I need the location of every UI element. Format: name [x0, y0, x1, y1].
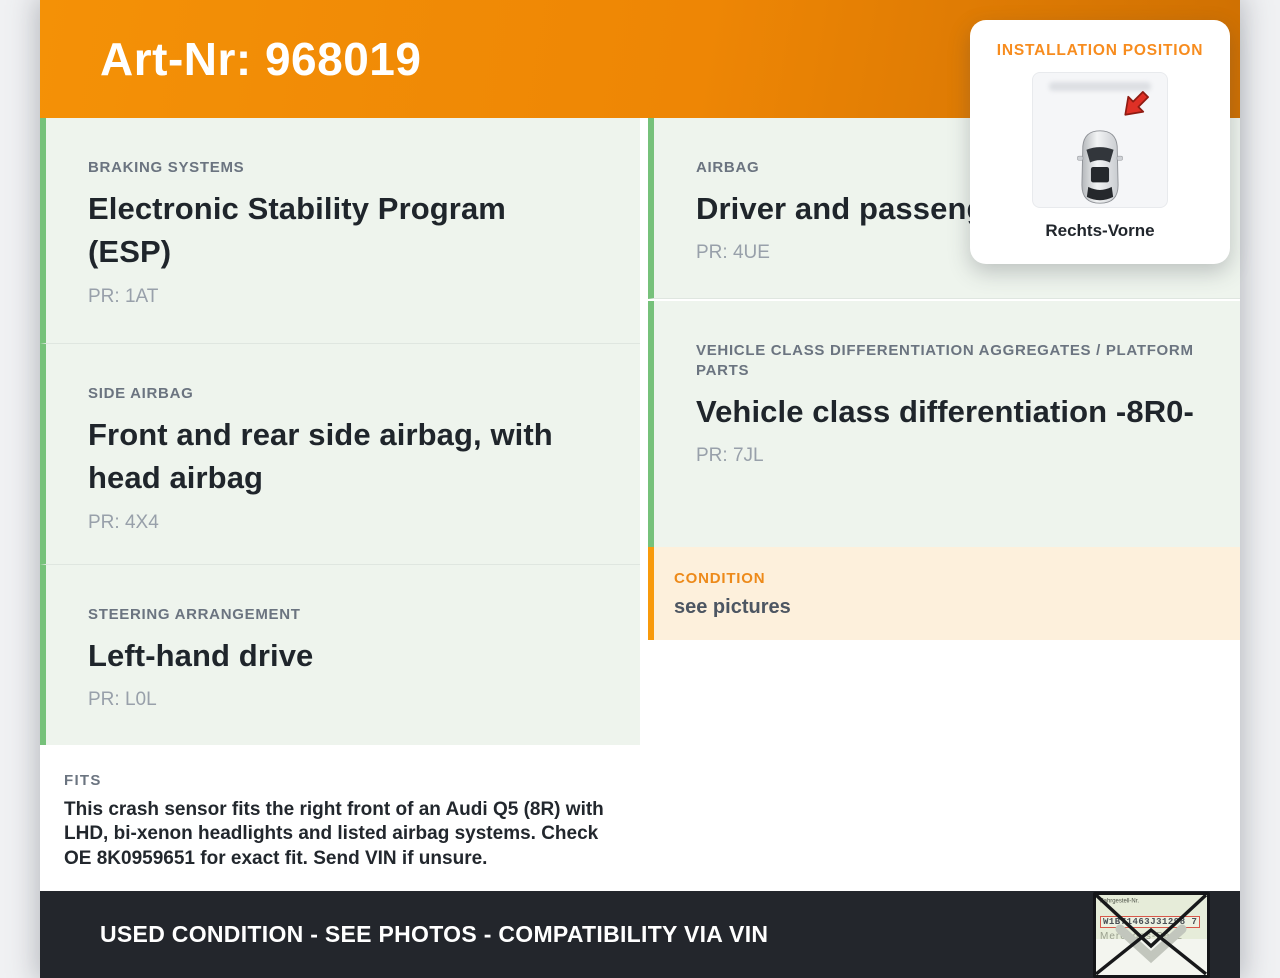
card-pr-code: PR: L0L — [88, 689, 157, 711]
article-number-title: Art-Nr: 968019 — [100, 33, 422, 85]
condition-section: CONDITION see pictures — [648, 547, 1240, 640]
listing-page: Art-Nr: 968019 BRAKING SYSTEMS Electroni… — [0, 0, 1280, 978]
equipment-card-vehicle-class: VEHICLE CLASS DIFFERENTIATION AGGREGATES… — [648, 301, 1240, 547]
equipment-card-side-airbag: SIDE AIRBAG Front and rear side airbag, … — [40, 344, 640, 565]
card-title: Front and rear side airbag, with head ai… — [88, 416, 553, 496]
footer-banner-text: USED CONDITION - SEE PHOTOS - COMPATIBIL… — [100, 921, 769, 947]
vin-document-thumbnail: Fahrgestell-Nr. W1B71463J31298 7 Mercede… — [1093, 892, 1210, 978]
installation-position-card: INSTALLATION POSITION Rechts-Vorne — [970, 20, 1230, 264]
equipment-card-steering: STEERING ARRANGEMENT Left-hand drive PR:… — [40, 565, 640, 745]
installation-position-value: Rechts-Vorne — [1045, 221, 1155, 240]
fits-section: FITS This crash sensor fits the right fr… — [40, 745, 640, 885]
card-title: Left-hand drive — [88, 637, 314, 673]
car-top-view-icon — [1077, 130, 1123, 204]
card-category-label: STEERING ARRANGEMENT — [88, 606, 301, 623]
card-pr-code: PR: 7JL — [696, 444, 764, 466]
card-category-label: BRAKING SYSTEMS — [88, 159, 245, 176]
card-category-label: SIDE AIRBAG — [88, 385, 194, 402]
condition-value: see pictures — [674, 596, 791, 618]
card-title: Electronic Stability Program (ESP) — [88, 190, 506, 270]
equipment-column-left: BRAKING SYSTEMS Electronic Stability Pro… — [40, 118, 640, 885]
fits-description: This crash sensor fits the right front o… — [64, 799, 604, 869]
condition-label: CONDITION — [674, 570, 766, 587]
fits-label: FITS — [64, 772, 102, 789]
installation-position-image — [1032, 72, 1168, 208]
card-title: Vehicle class differentiation -8R0- — [696, 393, 1194, 429]
card-category-label: VEHICLE CLASS DIFFERENTIATION AGGREGATES… — [696, 342, 1194, 379]
installation-position-label: INSTALLATION POSITION — [996, 42, 1204, 59]
card-pr-code: PR: 4X4 — [88, 511, 159, 533]
red-arrow-icon — [1124, 91, 1149, 116]
footer-banner: USED CONDITION - SEE PHOTOS - COMPATIBIL… — [40, 891, 1240, 978]
equipment-card-braking: BRAKING SYSTEMS Electronic Stability Pro… — [40, 118, 640, 344]
card-pr-code: PR: 1AT — [88, 285, 159, 307]
envelope-icon — [1096, 895, 1207, 975]
